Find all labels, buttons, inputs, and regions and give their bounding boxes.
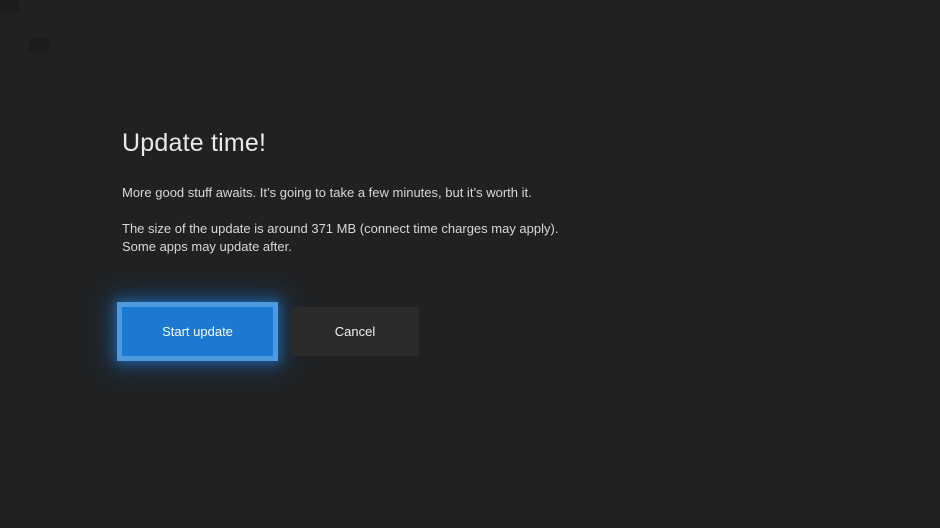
- update-dialog-screen: Update time! More good stuff awaits. It’…: [0, 0, 940, 528]
- cancel-button[interactable]: Cancel: [291, 307, 419, 356]
- corner-artifact-1: [0, 0, 19, 13]
- details-line-1: The size of the update is around 371 MB …: [122, 221, 558, 236]
- corner-artifact-2: [29, 38, 49, 53]
- details-text: The size of the update is around 371 MB …: [122, 220, 682, 256]
- details-line-2: Some apps may update after.: [122, 239, 292, 254]
- intro-text: More good stuff awaits. It’s going to ta…: [122, 184, 682, 202]
- start-update-button[interactable]: Start update: [117, 302, 278, 361]
- page-title: Update time!: [122, 128, 266, 158]
